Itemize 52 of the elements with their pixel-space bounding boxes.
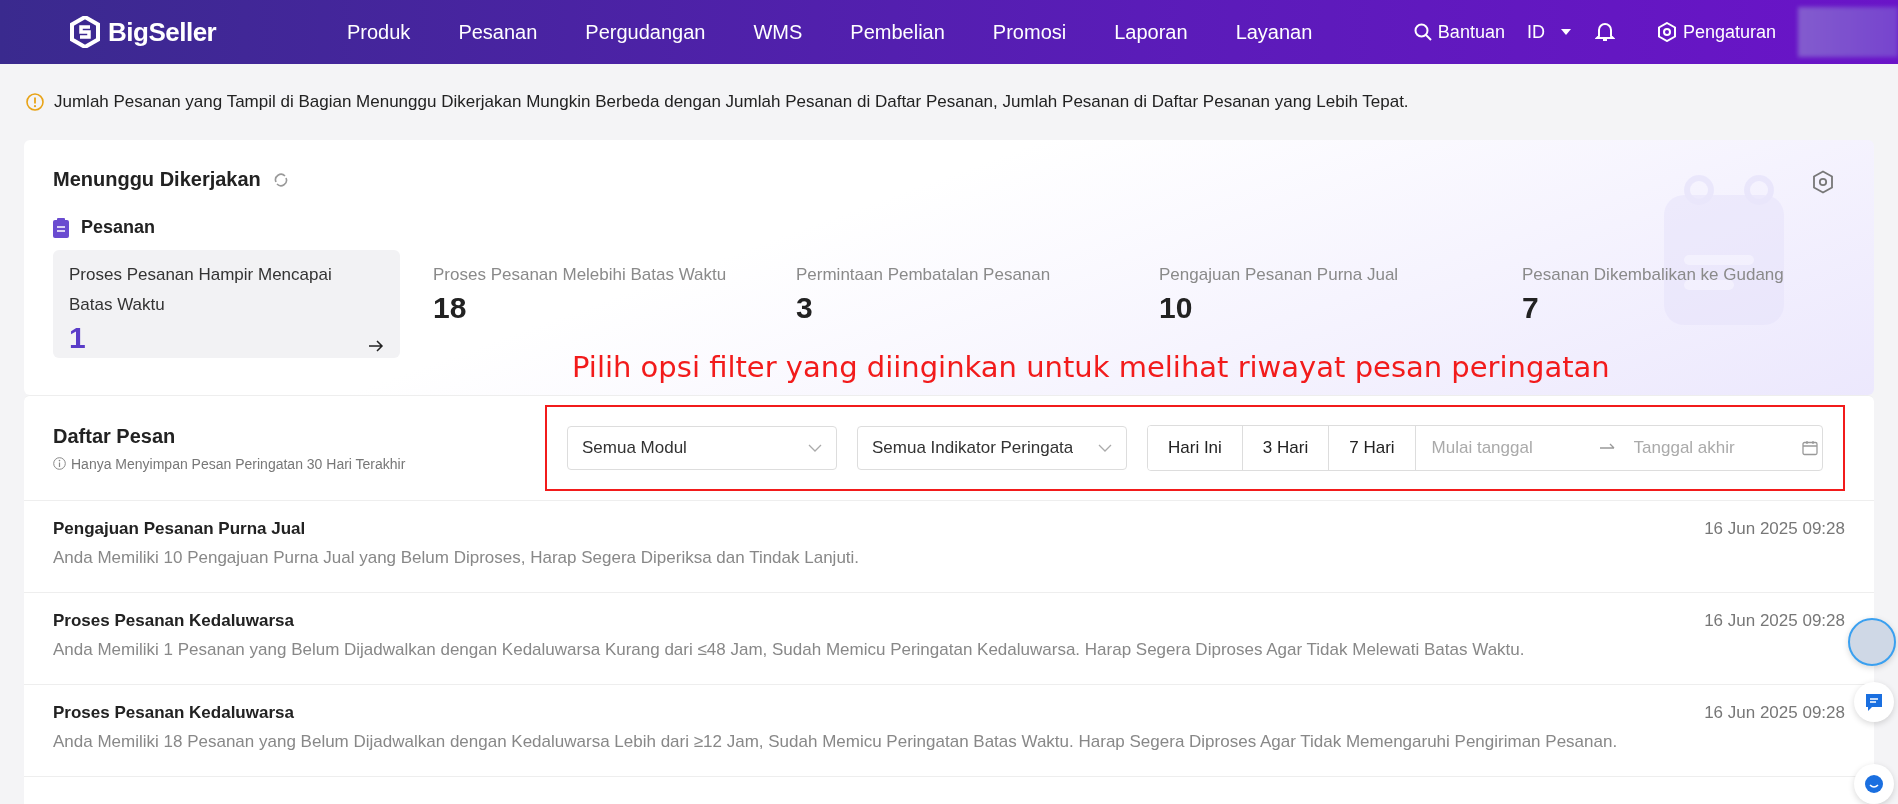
range-button[interactable]: Hari Ini [1148, 426, 1243, 470]
stat-tile[interactable]: Proses Pesanan Hampir Mencapai Batas Waktu 1 [53, 250, 400, 358]
help-link[interactable]: Bantuan [1413, 21, 1505, 43]
message-time: 16 Jun 2025 09:28 [1704, 703, 1845, 723]
caret-icon [1558, 27, 1573, 37]
nav-menu-item[interactable]: Produk [323, 20, 435, 44]
nav-menu-item[interactable]: WMS [729, 20, 827, 44]
language-dropdown[interactable]: ID [1526, 21, 1573, 43]
clipboard-icon [53, 217, 69, 238]
list-title: Daftar Pesan [53, 424, 177, 448]
stat-tile[interactable]: Permintaan Pembatalan Pesanan 3 [796, 250, 1126, 328]
calendar-icon[interactable] [1801, 440, 1818, 456]
nav-menu-item[interactable]: Laporan [1090, 20, 1212, 44]
nav-menu-item[interactable]: Pesanan [434, 20, 562, 44]
message-title: Proses Pesanan Kedaluwarsa [53, 703, 294, 723]
chat-icon[interactable] [1854, 682, 1894, 722]
settings-icon [1656, 22, 1677, 42]
bell-icon[interactable] [1594, 21, 1615, 43]
avatar-placeholder[interactable] [1848, 618, 1896, 666]
message-time: 16 Jun 2025 09:28 [1704, 519, 1845, 539]
nav-menu-item[interactable]: Pembelian [826, 20, 969, 44]
nav-menu-item[interactable]: Layanan [1211, 20, 1337, 44]
smiley-icon[interactable] [1854, 764, 1894, 804]
chevron-down-icon [1098, 444, 1112, 452]
stat-tile[interactable]: Pengajuan Pesanan Purna Jual 10 [1159, 250, 1489, 328]
category-label: Pesanan [81, 217, 156, 238]
message-text: Anda Memiliki 10 Pengajuan Purna Jual yang Belum Diproses, Harap Segera Diperiksa dan Tindak Lanjuti. [53, 548, 861, 568]
settings-icon[interactable] [1812, 170, 1834, 194]
nav-menu-item[interactable]: Promosi [968, 20, 1091, 44]
logo-text: BigSeller [108, 16, 217, 48]
search-icon [1413, 23, 1432, 41]
nav-menu-item[interactable]: Pergudangan [561, 20, 730, 44]
arrow-right-icon [368, 340, 384, 352]
message-title: Proses Pesanan Kedaluwarsa [53, 611, 294, 631]
message-text: Anda Memiliki 18 Pesanan yang Belum Dijadwalkan dengan Kedaluwarsa Lebih dari ≥12 Jam, Sudah Memicu Peringatan Batas Waktu. Harap Segera Diproses Agar Tidak Memengaruhi Pengiriman Pesanan. [53, 732, 1619, 752]
warning-icon [26, 93, 44, 111]
logo-icon [70, 16, 100, 48]
stat-tile[interactable]: Proses Pesanan Melebihi Batas Waktu 18 [433, 250, 763, 328]
section-title: Menunggu Dikerjakan [53, 168, 261, 191]
refresh-icon[interactable] [272, 171, 289, 188]
chevron-down-icon [808, 444, 822, 452]
message-title: Pengajuan Pesanan Purna Jual [53, 519, 306, 539]
message-text: Anda Memiliki 1 Pesanan yang Belum Dijadwalkan dengan Kedaluwarsa Kurang dari ≤48 Jam, Sudah Memicu Peringatan Kedaluwarsa. Harap Segera Diproses Agar Tidak Melewati Batas Waktu. [53, 640, 1526, 660]
message-time: 16 Jun 2025 09:28 [1704, 611, 1845, 631]
settings-link[interactable]: Pengaturan [1656, 21, 1776, 43]
indicator-select[interactable]: Semua Indikator Peringata [857, 426, 1127, 470]
info-icon [53, 457, 66, 470]
annotation-text: Pilih opsi filter yang diinginkan untuk melihat riwayat pesan peringatan [572, 350, 1610, 384]
hint-text: Hanya Menyimpan Pesan Peringatan 30 Hari Terakhir [71, 455, 406, 472]
module-select[interactable]: Semua Modul [567, 426, 837, 470]
stat-tile[interactable]: Pesanan Dikembalikan ke Gudang 7 [1522, 250, 1852, 328]
notice-text: Jumlah Pesanan yang Tampil di Bagian Menunggu Dikerjakan Mungkin Berbeda dengan Jumlah Pesanan di Daftar Pesanan, Jumlah Pesanan di Daftar Pesanan yang Lebih Tepat. [54, 92, 1409, 112]
